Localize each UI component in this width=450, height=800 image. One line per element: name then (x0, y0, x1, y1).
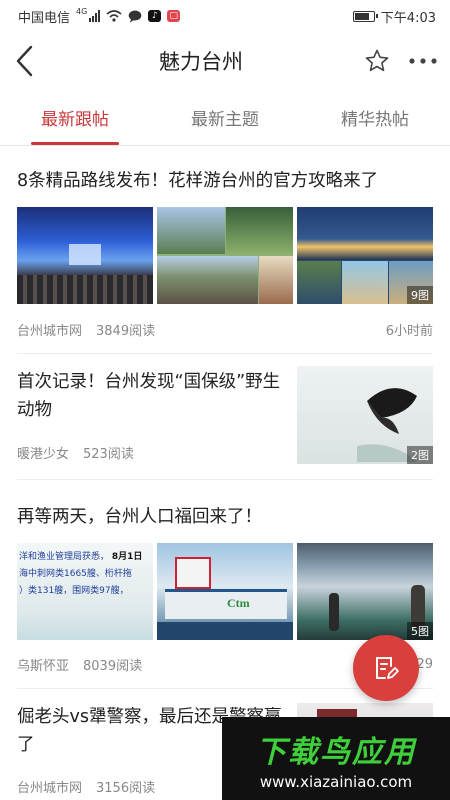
wifi-icon (106, 10, 122, 22)
app-header: 魅力台州 (0, 32, 450, 90)
read-count: 523阅读 (83, 447, 134, 462)
tab-featured-hot[interactable]: 精华热帖 (300, 90, 450, 145)
conference-photo[interactable] (17, 207, 153, 304)
header-actions (364, 48, 438, 74)
read-count: 3849阅读 (96, 324, 156, 339)
more-icon[interactable] (408, 56, 438, 66)
active-tab-indicator (31, 142, 119, 145)
watermark-logo: 下载鸟应用 (256, 734, 416, 770)
page-title: 魅力台州 (159, 50, 243, 74)
app-notification-icon: ▢ (167, 10, 181, 22)
tiktok-icon: ♪ (148, 10, 162, 22)
post-title: 首次记录！台州发现“国保级”野生动物 (17, 372, 281, 420)
tab-label: 最新主题 (191, 110, 259, 130)
battery-icon (352, 10, 378, 22)
watermark-url: www.xiazainiao.com (259, 772, 413, 791)
post-text: 首次记录！台州发现“国保级”野生动物 暖港少女 523阅读 (17, 366, 297, 464)
tab-latest-topics[interactable]: 最新主题 (150, 90, 300, 145)
edit-icon (376, 657, 399, 679)
fishing-boat-photo[interactable]: Ctm (157, 543, 293, 640)
read-count: 8039阅读 (83, 659, 143, 674)
island-photo[interactable]: 9图 (297, 207, 433, 304)
compose-button[interactable] (353, 635, 419, 701)
tab-label: 最新跟帖 (41, 110, 109, 130)
post-title: 8条精品路线发布！花样游台州的官方攻略来了 (17, 171, 379, 191)
signal-icon (89, 10, 101, 22)
notice-text: 洋和渔业管理局获悉， 8月1日 海中刺网类1665艘、桁杆拖 ）类131艘，围网… (19, 552, 143, 596)
notice-image[interactable]: 洋和渔业管理局获悉， 8月1日 海中刺网类1665艘、桁杆拖 ）类131艘，围网… (17, 543, 153, 640)
post-meta: 暖港少女 523阅读 (17, 443, 289, 462)
time-label: 下午4:03 (380, 10, 436, 26)
image-count-badge: 2图 (407, 446, 433, 464)
post-item[interactable]: 首次记录！台州发现“国保级”野生动物 暖港少女 523阅读 2图 (17, 354, 433, 480)
status-left: 中国电信 4G ♪ ▢ (18, 6, 181, 26)
tab-label: 精华热帖 (341, 110, 409, 130)
read-count: 3156阅读 (96, 781, 156, 796)
post-images: 洋和渔业管理局获悉， 8月1日 海中刺网类1665艘、桁杆拖 ）类131艘，围网… (17, 543, 433, 640)
status-right: 下午4:03 (352, 7, 436, 26)
post-source: 台州城市网 (17, 781, 83, 796)
post-source: 台州城市网 (17, 324, 83, 339)
boat-text: Ctm (227, 596, 250, 610)
tab-bar: 最新跟帖 最新主题 精华热帖 (0, 90, 450, 146)
back-icon[interactable] (12, 44, 38, 78)
status-bar: 中国电信 4G ♪ ▢ 下午4:03 (0, 0, 450, 32)
landscape-collage[interactable] (157, 207, 293, 304)
post-meta: 台州城市网 3849阅读 6小时前 (17, 320, 433, 339)
post-source: 暖港少女 (17, 447, 70, 462)
post-title: 再等两天，台州人口福回来了！ (17, 507, 262, 527)
message-icon (129, 10, 142, 22)
tab-latest-replies[interactable]: 最新跟帖 (0, 90, 150, 145)
image-count-badge: 9图 (407, 286, 433, 304)
butterfly-photo[interactable]: 2图 (297, 366, 433, 464)
post-time: 6小时前 (385, 324, 433, 339)
watermark-banner: 下载鸟应用 www.xiazainiao.com (222, 717, 450, 800)
post-item[interactable]: 8条精品路线发布！花样游台州的官方攻略来了 9图 台州城市网 3849阅读 6小… (17, 146, 433, 354)
network-label: 4G (76, 6, 88, 16)
carrier-label: 中国电信 (18, 10, 71, 26)
star-icon[interactable] (364, 48, 390, 74)
post-images: 9图 (17, 207, 433, 304)
post-feed: 8条精品路线发布！花样游台州的官方攻略来了 9图 台州城市网 3849阅读 6小… (0, 146, 450, 800)
image-count-badge: 5图 (407, 622, 433, 640)
harbor-photo[interactable]: 5图 (297, 543, 433, 640)
post-source: 乌斯怀亚 (17, 659, 70, 674)
